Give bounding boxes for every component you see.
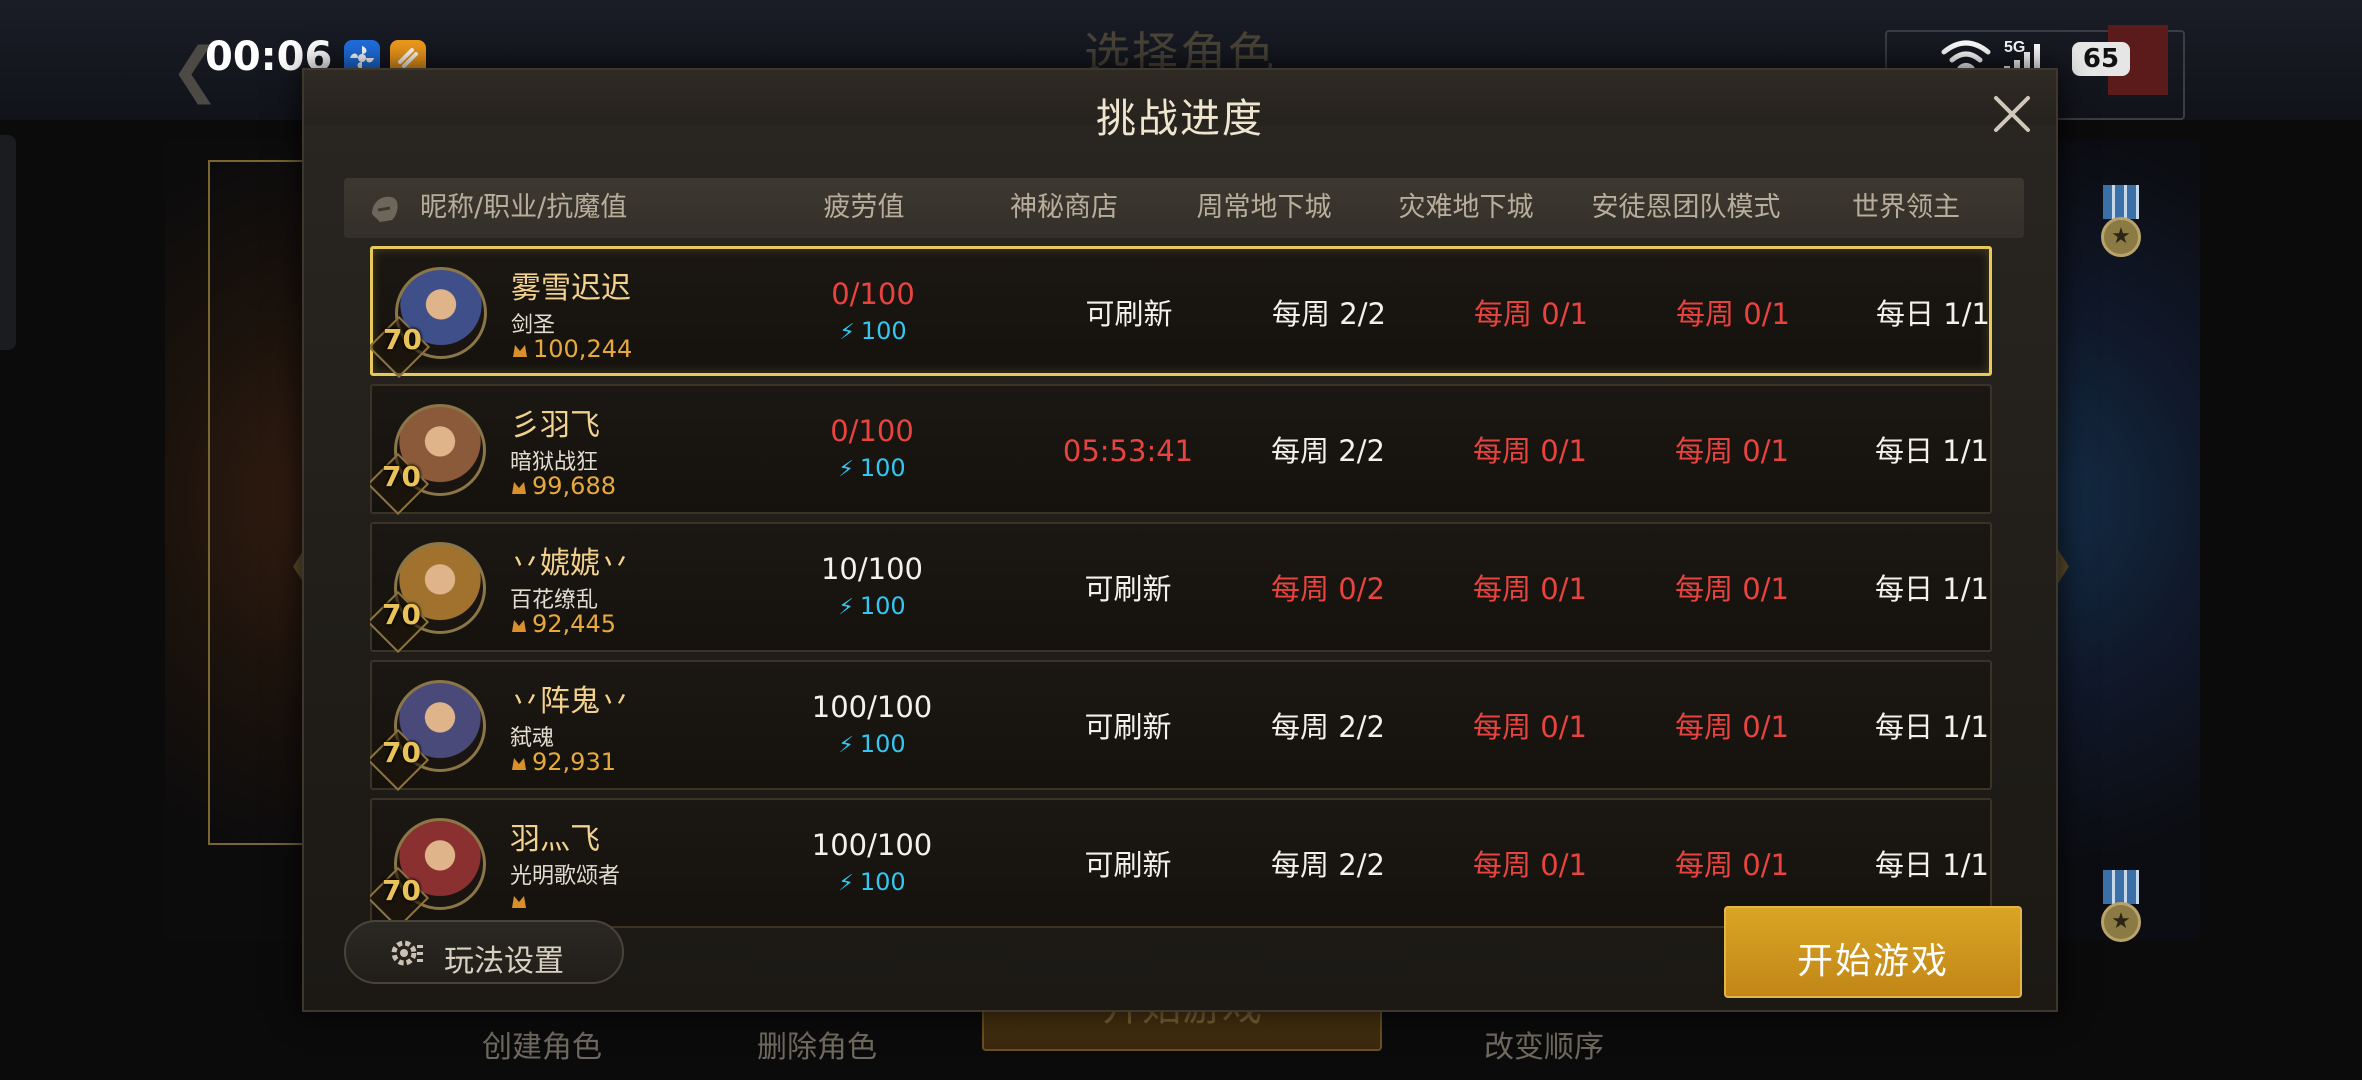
anton-raid-cell: 每周 0/1 (1675, 434, 1789, 468)
column-header-disaster-dungeon: 灾难地下城 (1398, 192, 1534, 223)
character-list[interactable]: 70 雾雪迟迟 剑圣 100,244 0/100 ⚡ 100 可刷新 每周 2/2 每周 0/1 每… (370, 246, 1996, 956)
world-boss-cell: 每日 1/1 (1875, 434, 1989, 468)
wifi-icon (1941, 40, 1991, 71)
character-power: 99,688 (532, 472, 616, 500)
anton-raid-cell: 每周 0/1 (1675, 710, 1789, 744)
side-edge-tab (0, 135, 16, 350)
bolt-icon: ⚡ (838, 595, 854, 620)
table-header: 昵称/职业/抗魔值 疲劳值 神秘商店 周常地下城 灾难地下城 安徒恩团队模式 世… (344, 178, 2024, 238)
anton-raid-cell: 每周 0/1 (1676, 297, 1790, 331)
extra-fatigue-value: 100 (859, 730, 906, 758)
gear-icon (391, 940, 423, 966)
power-icon (512, 896, 526, 908)
extra-fatigue: ⚡ 100 (773, 317, 973, 345)
bolt-icon: ⚡ (838, 871, 854, 896)
network-type: 5G (2004, 39, 2025, 56)
character-row[interactable]: 70 丷阵鬼丷 弑魂 92,931 100/100 ⚡ 100 可刷新 每周 2/2 每周 0/1… (370, 660, 1992, 792)
character-level: 70 (382, 874, 421, 907)
disaster-dungeon-cell: 每周 0/1 (1473, 572, 1587, 606)
extra-fatigue: ⚡ 100 (772, 730, 972, 758)
power-icon (512, 482, 526, 494)
world-boss-cell: 每日 1/1 (1875, 710, 1989, 744)
bolt-icon: ⚡ (838, 733, 854, 758)
medal-icon: ★ (2098, 185, 2144, 265)
fatigue-value: 10/100 (820, 552, 924, 586)
disaster-dungeon-cell: 每周 0/1 (1473, 710, 1587, 744)
column-header-name: 昵称/职业/抗魔值 (420, 192, 628, 223)
extra-fatigue-value: 100 (860, 317, 907, 345)
extra-fatigue: ⚡ 100 (772, 868, 972, 896)
bolt-icon: ⚡ (839, 320, 855, 345)
shop-cell: 可刷新 (1084, 848, 1172, 882)
disaster-dungeon-cell: 每周 0/1 (1473, 848, 1587, 882)
delete-character-button[interactable]: 删除角色 (757, 1022, 877, 1066)
character-row[interactable]: 70 丷婋婋丷 百花缭乱 92,445 10/100 ⚡ 100 可刷新 每周 0/2 每周 0/… (370, 522, 1992, 654)
column-header-shop: 神秘商店 (1010, 192, 1118, 223)
character-level: 70 (382, 460, 421, 493)
character-level: 70 (382, 736, 421, 769)
power-icon (512, 620, 526, 632)
extra-fatigue-value: 100 (859, 592, 906, 620)
change-order-button[interactable]: 改变顺序 (1484, 1022, 1604, 1066)
world-boss-cell: 每日 1/1 (1876, 297, 1990, 331)
anton-raid-cell: 每周 0/1 (1675, 572, 1789, 606)
shop-cell: 05:53:41 (1062, 434, 1194, 468)
extra-fatigue-value: 100 (859, 868, 906, 896)
character-level: 70 (383, 323, 422, 356)
gameplay-settings-label: 玩法设置 (444, 944, 564, 979)
column-header-weekly-dungeon: 周常地下城 (1196, 192, 1332, 223)
character-name: 丷阵鬼丷 (510, 684, 630, 719)
battery-indicator: 65 (2072, 42, 2130, 76)
shop-cell: 可刷新 (1085, 297, 1173, 331)
fatigue-value: 100/100 (811, 828, 933, 862)
create-character-button[interactable]: 创建角色 (482, 1022, 602, 1066)
start-game-button[interactable]: 开始游戏 (1724, 906, 2022, 998)
disaster-dungeon-cell: 每周 0/1 (1474, 297, 1588, 331)
weekly-dungeon-cell: 每周 2/2 (1271, 710, 1385, 744)
world-boss-cell: 每日 1/1 (1875, 572, 1989, 606)
challenge-progress-modal: 挑战进度 昵称/职业/抗魔值 疲劳值 神秘商店 周常地下城 灾难地下城 安徒恩团… (302, 68, 2058, 1012)
start-game-label: 开始游戏 (1796, 941, 1949, 982)
character-power: 100,244 (533, 335, 633, 363)
column-header-fatigue: 疲劳值 (823, 192, 905, 223)
power-icon (512, 758, 526, 770)
gameplay-settings-button[interactable]: 玩法设置 (344, 920, 624, 984)
weekly-dungeon-cell: 每周 0/2 (1271, 572, 1385, 606)
disaster-dungeon-cell: 每周 0/1 (1473, 434, 1587, 468)
character-class: 光明歌颂者 (510, 864, 621, 889)
weekly-dungeon-cell: 每周 2/2 (1271, 434, 1385, 468)
character-name: 彡羽飞 (510, 408, 600, 443)
character-level: 70 (382, 598, 421, 631)
bolt-icon: ⚡ (838, 457, 854, 482)
modal-title: 挑战进度 (1096, 96, 1264, 142)
helmet-icon (372, 196, 398, 222)
character-name: 羽灬飞 (510, 822, 600, 857)
extra-fatigue-value: 100 (859, 454, 906, 482)
weekly-dungeon-cell: 每周 2/2 (1272, 297, 1386, 331)
close-icon[interactable] (1988, 90, 2036, 138)
shop-cell: 可刷新 (1084, 710, 1172, 744)
medal-icon: ★ (2098, 870, 2144, 950)
power-icon (513, 345, 527, 357)
character-power: 92,445 (532, 610, 616, 638)
character-power: 92,931 (532, 748, 616, 776)
character-row[interactable]: 70 彡羽飞 暗狱战狂 99,688 0/100 ⚡ 100 05:53:41 每周 2/2 每周… (370, 384, 1992, 516)
column-header-anton-raid: 安徒恩团队模式 (1591, 192, 1781, 223)
fatigue-value: 0/100 (831, 277, 915, 311)
character-row[interactable]: 70 雾雪迟迟 剑圣 100,244 0/100 ⚡ 100 可刷新 每周 2/2 每周 0/1 每… (370, 246, 1992, 379)
column-header-world-boss: 世界领主 (1852, 192, 1960, 223)
extra-fatigue: ⚡ 100 (772, 454, 972, 482)
shop-cell: 可刷新 (1084, 572, 1172, 606)
weekly-dungeon-cell: 每周 2/2 (1271, 848, 1385, 882)
character-name: 丷婋婋丷 (510, 546, 630, 581)
fatigue-value: 100/100 (811, 690, 933, 724)
extra-fatigue: ⚡ 100 (772, 592, 972, 620)
character-name: 雾雪迟迟 (511, 271, 631, 306)
fatigue-value: 0/100 (830, 414, 914, 448)
